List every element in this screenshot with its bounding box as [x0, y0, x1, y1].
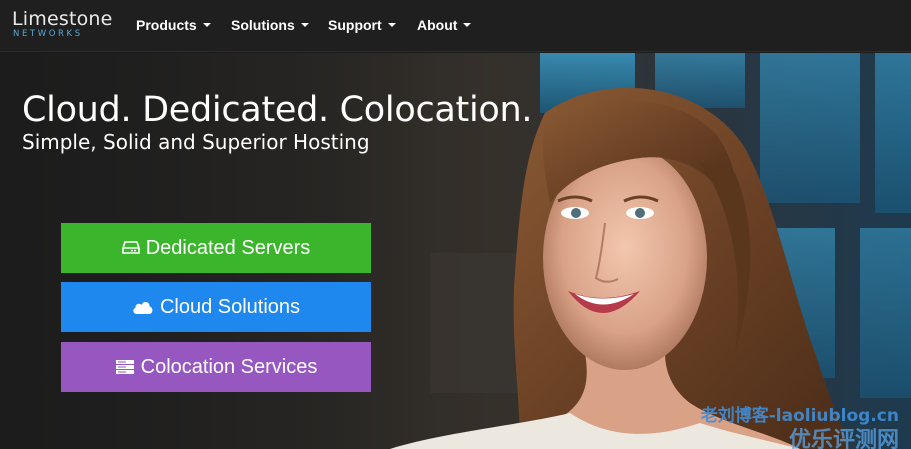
nav-support[interactable]: Support	[328, 17, 396, 33]
caret-down-icon	[463, 23, 472, 27]
nav-about[interactable]: About	[417, 17, 472, 33]
nav-about-label: About	[417, 17, 458, 33]
cloud-solutions-button[interactable]: Cloud Solutions	[61, 282, 371, 332]
nav-solutions[interactable]: Solutions	[231, 17, 309, 33]
nav-products[interactable]: Products	[136, 17, 211, 33]
caret-down-icon	[387, 23, 396, 27]
top-navbar: Limestone NETWORKS Products Solutions Su…	[0, 0, 911, 52]
dedicated-servers-label: Dedicated Servers	[145, 236, 311, 259]
caret-down-icon	[202, 23, 211, 27]
brand-tagline: NETWORKS	[13, 29, 83, 39]
brand-logo[interactable]: Limestone NETWORKS	[12, 9, 113, 39]
hdd-icon	[121, 241, 140, 255]
nav-solutions-label: Solutions	[231, 17, 295, 33]
nav-products-label: Products	[136, 17, 197, 33]
cloud-solutions-label: Cloud Solutions	[159, 295, 301, 318]
dedicated-servers-button[interactable]: Dedicated Servers	[61, 223, 371, 273]
server-rack-icon	[115, 359, 135, 375]
hero-section: Cloud. Dedicated. Colocation. Simple, So…	[0, 53, 911, 449]
caret-down-icon	[300, 23, 309, 27]
cloud-icon	[132, 300, 154, 315]
hero-title: Cloud. Dedicated. Colocation.	[22, 90, 533, 130]
nav-support-label: Support	[328, 17, 382, 33]
colocation-services-label: Colocation Services	[140, 355, 318, 378]
watermark: 老刘博客-laoliublog.cn 优乐评测网	[701, 401, 899, 449]
brand-name: Limestone	[12, 8, 113, 30]
watermark-line-2: 优乐评测网	[788, 428, 899, 449]
colocation-services-button[interactable]: Colocation Services	[61, 342, 371, 392]
hero-subtitle: Simple, Solid and Superior Hosting	[22, 130, 370, 154]
